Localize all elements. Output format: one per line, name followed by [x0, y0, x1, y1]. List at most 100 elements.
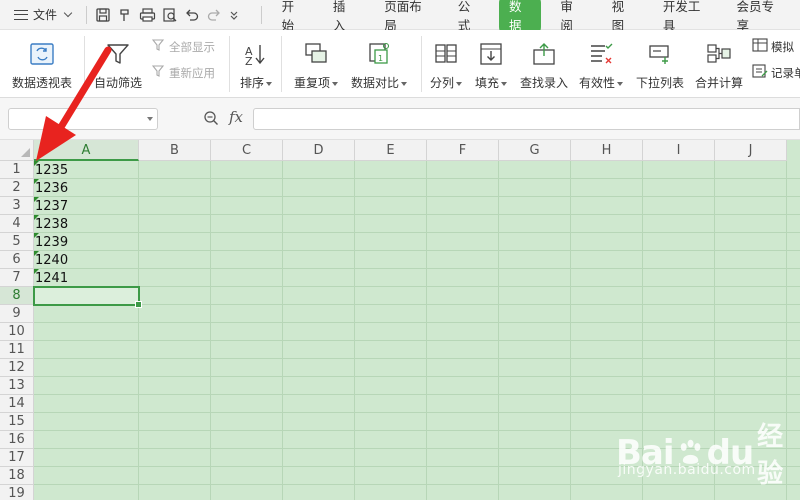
ribbon-divider	[281, 36, 282, 92]
baidu-jingyan-watermark: Bai du 经验 jingyan.baidu.com	[610, 408, 800, 500]
print-preview-icon[interactable]	[162, 7, 178, 23]
show-all-button[interactable]: 全部显示	[151, 38, 215, 55]
what-if-button[interactable]: 模拟	[752, 38, 794, 55]
fill-down-icon	[478, 36, 504, 72]
menu-bar: 文件 开始 插入 页面布局 公式 数据 审阅 视图 开发工具 会员专享	[0, 0, 800, 37]
column-header-d[interactable]: D	[283, 140, 355, 161]
row-header-7[interactable]: 7	[0, 269, 34, 287]
row-header-12[interactable]: 12	[0, 359, 34, 377]
column-header-j[interactable]: J	[715, 140, 787, 161]
cell-value: 1235	[35, 163, 69, 178]
name-box-dropdown-icon[interactable]	[147, 117, 153, 121]
column-header-e[interactable]: E	[355, 140, 427, 161]
dropdown-arrow-icon	[332, 81, 339, 86]
formula-input[interactable]	[253, 108, 800, 130]
cell-value: 1239	[35, 235, 69, 250]
gridline-vertical	[282, 161, 283, 500]
format-painter-icon[interactable]	[117, 7, 133, 23]
validity-button[interactable]: 有效性	[579, 36, 624, 91]
show-all-label: 全部显示	[169, 39, 215, 54]
row-header-18[interactable]: 18	[0, 467, 34, 485]
reapply-button[interactable]: 重新应用	[151, 64, 215, 81]
row-header-15[interactable]: 15	[0, 413, 34, 431]
row-header-6[interactable]: 6	[0, 251, 34, 269]
ribbon-divider	[229, 36, 230, 92]
row-header-9[interactable]: 9	[0, 305, 34, 323]
name-box[interactable]	[8, 108, 158, 130]
file-menu[interactable]: 文件	[0, 6, 82, 23]
gridline-horizontal	[34, 268, 800, 269]
cell-a7[interactable]: 1241	[34, 269, 139, 287]
sort-button[interactable]: AZ 排序	[240, 36, 273, 91]
column-header-f[interactable]: F	[427, 140, 499, 161]
cell-value: 1241	[35, 271, 69, 286]
text-number-warning-icon	[34, 233, 39, 238]
cell-value: 1236	[35, 181, 69, 196]
row-header-19[interactable]: 19	[0, 485, 34, 500]
row-header-4[interactable]: 4	[0, 215, 34, 233]
row-header-3[interactable]: 3	[0, 197, 34, 215]
duplicates-button[interactable]: 重复项	[294, 36, 339, 91]
cell-a3[interactable]: 1237	[34, 197, 139, 215]
split-columns-button[interactable]: 分列	[430, 36, 463, 91]
dropdown-list-icon	[647, 36, 673, 72]
fill-button[interactable]: 填充	[475, 36, 508, 91]
record-form-button[interactable]: 记录单	[752, 64, 800, 81]
cell-a5[interactable]: 1239	[34, 233, 139, 251]
column-header-i[interactable]: I	[643, 140, 715, 161]
consolidate-button[interactable]: 合并计算	[695, 36, 743, 91]
filter-funnel-icon	[105, 36, 131, 72]
row-header-13[interactable]: 13	[0, 377, 34, 395]
gridline-horizontal	[34, 214, 800, 215]
lookup-entry-button[interactable]: 查找录入	[520, 36, 568, 91]
cell-a6[interactable]: 1240	[34, 251, 139, 269]
lookup-entry-icon	[531, 36, 557, 72]
row-header-2[interactable]: 2	[0, 179, 34, 197]
row-header-17[interactable]: 17	[0, 449, 34, 467]
gridline-horizontal	[34, 232, 800, 233]
validity-label: 有效性	[579, 76, 616, 90]
file-menu-label: 文件	[33, 8, 58, 22]
column-header-a[interactable]: A	[34, 140, 139, 161]
pivot-table-button[interactable]: 数据透视表	[12, 36, 72, 91]
dropdown-arrow-icon	[456, 81, 463, 86]
column-header-c[interactable]: C	[211, 140, 283, 161]
print-icon[interactable]	[139, 7, 156, 23]
quick-access-toolbar	[91, 7, 257, 23]
cell-a4[interactable]: 1238	[34, 215, 139, 233]
active-cell-a8[interactable]	[33, 286, 142, 308]
save-icon[interactable]	[95, 7, 111, 23]
dropdown-list-label: 下拉列表	[636, 76, 685, 90]
autofilter-button[interactable]: 自动筛选	[94, 36, 142, 91]
select-all-corner[interactable]	[0, 140, 34, 161]
row-header-16[interactable]: 16	[0, 431, 34, 449]
row-header-10[interactable]: 10	[0, 323, 34, 341]
column-header-h[interactable]: H	[571, 140, 643, 161]
split-columns-label: 分列	[430, 76, 455, 90]
gridline-vertical	[426, 161, 427, 500]
row-header-8[interactable]: 8	[0, 287, 34, 305]
undo-icon[interactable]	[184, 7, 200, 23]
row-header-5[interactable]: 5	[0, 233, 34, 251]
cell-value: 1240	[35, 253, 69, 268]
text-number-warning-icon	[34, 215, 39, 220]
gridline-vertical	[498, 161, 499, 500]
consolidate-icon	[706, 36, 732, 72]
customize-toolbar-icon[interactable]	[228, 7, 240, 23]
column-header-g[interactable]: G	[499, 140, 571, 161]
zoom-formula-icon[interactable]	[203, 110, 219, 129]
dropdown-list-button[interactable]: 下拉列表	[636, 36, 684, 91]
cell-value: 1238	[35, 217, 69, 232]
row-header-1[interactable]: 1	[0, 161, 34, 179]
dropdown-arrow-icon	[401, 81, 408, 86]
data-compare-button[interactable]: 1 数据对比	[351, 36, 408, 91]
gridline-horizontal	[34, 376, 800, 377]
cell-a1[interactable]: 1235	[34, 161, 139, 179]
filter-clear-icon	[151, 38, 166, 55]
cell-a2[interactable]: 1236	[34, 179, 139, 197]
row-header-14[interactable]: 14	[0, 395, 34, 413]
column-header-b[interactable]: B	[139, 140, 211, 161]
redo-icon[interactable]	[206, 7, 222, 23]
fx-icon[interactable]: fx	[229, 108, 243, 126]
row-header-11[interactable]: 11	[0, 341, 34, 359]
